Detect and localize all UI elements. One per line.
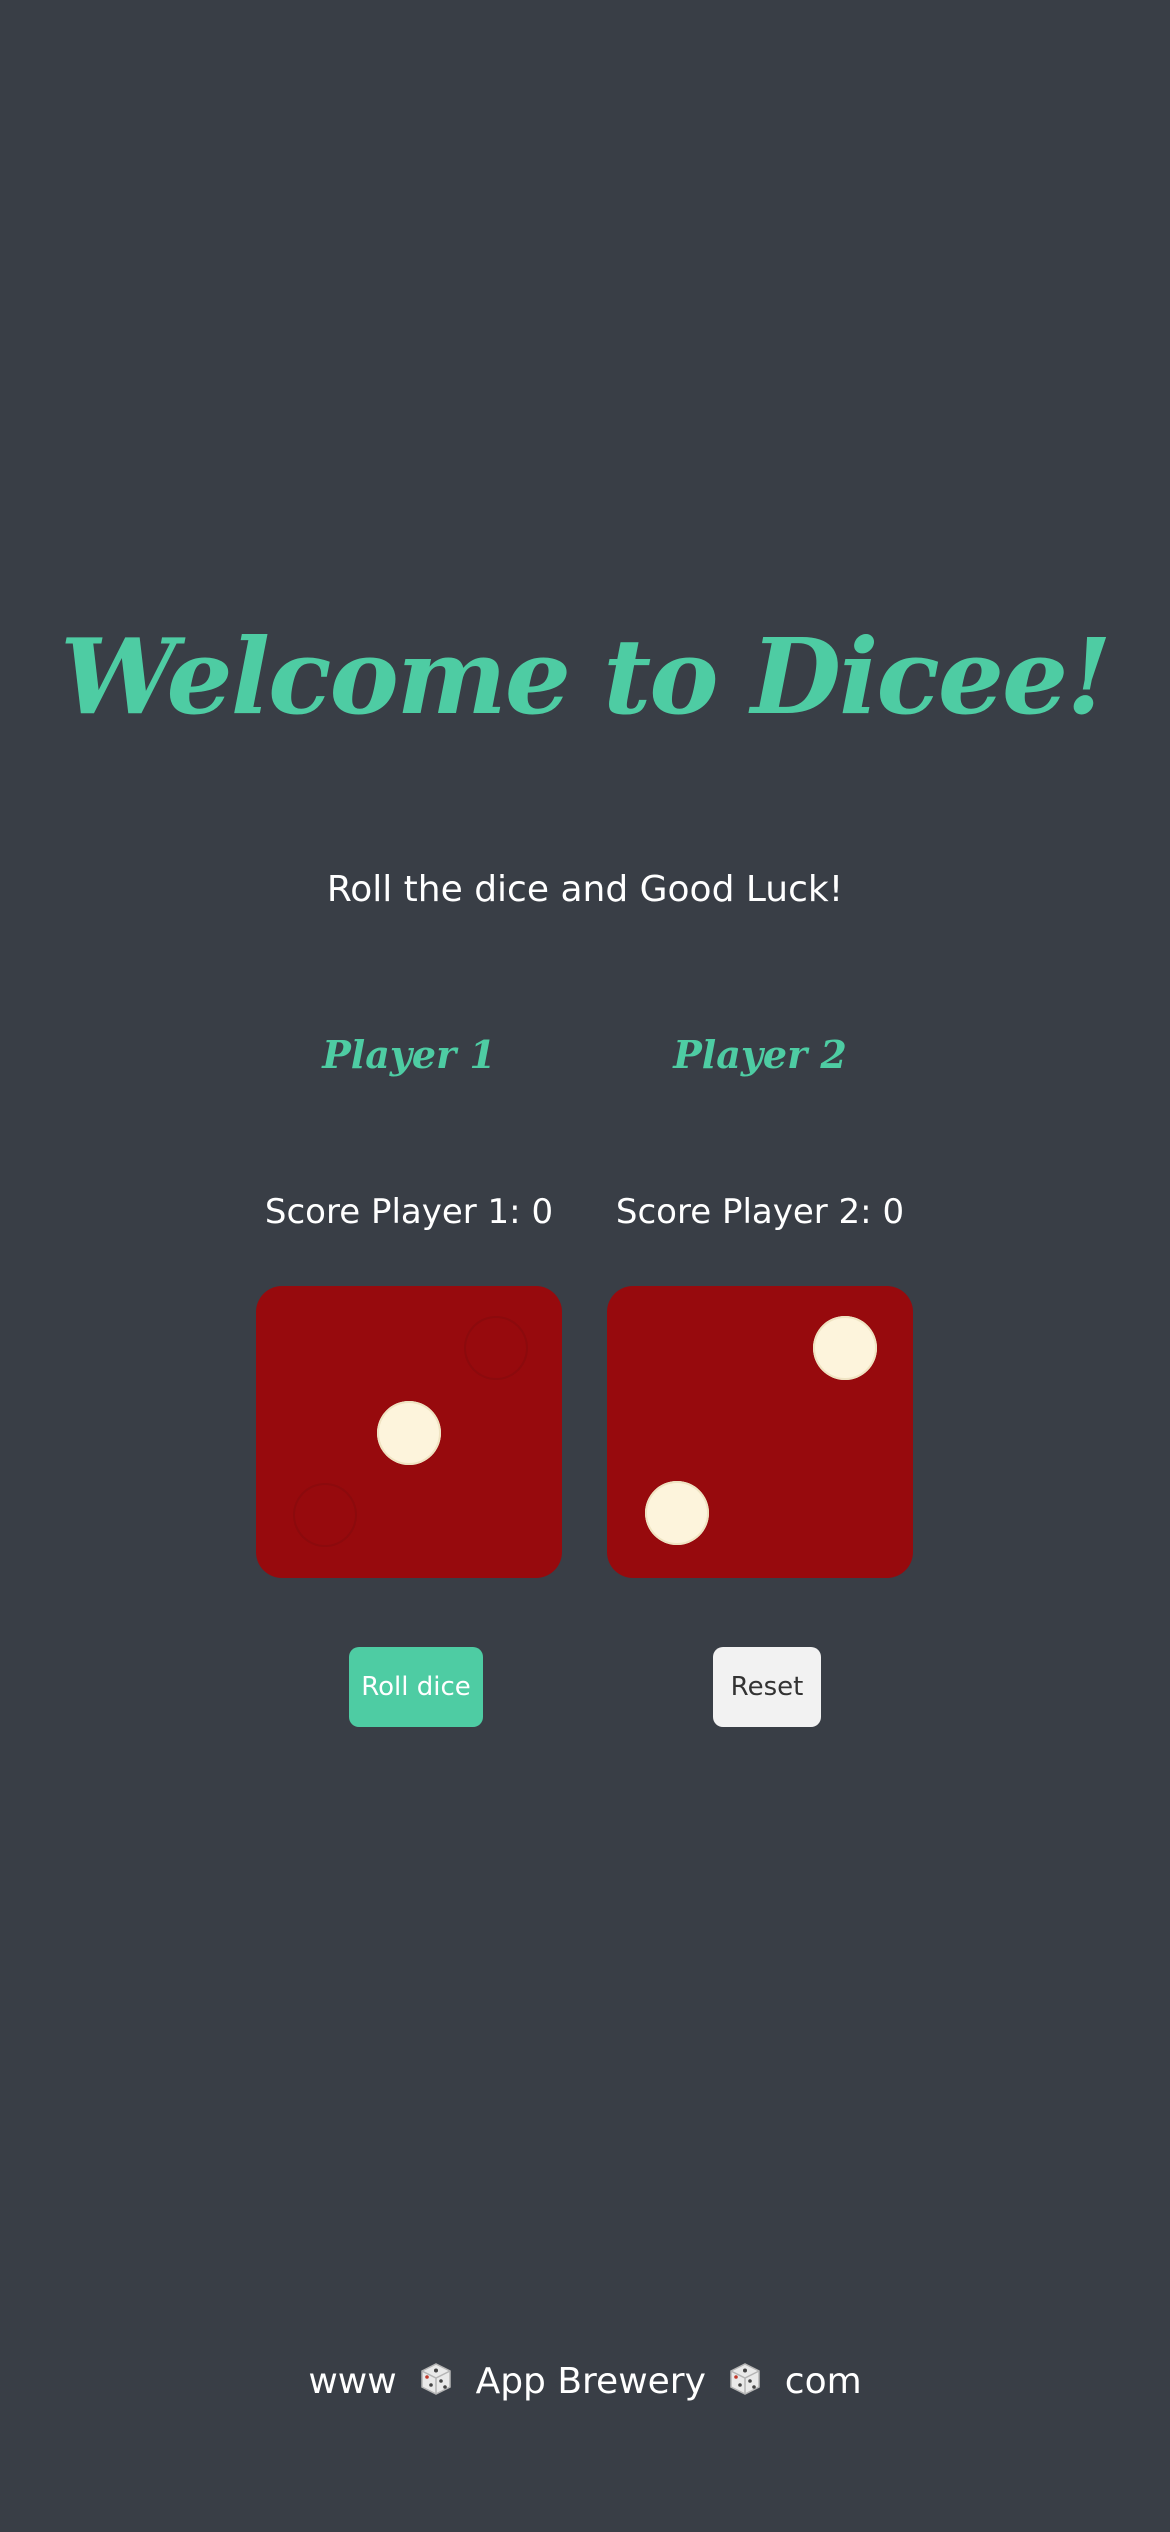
reset-button[interactable]: Reset [713,1647,821,1727]
page-subtitle: Roll the dice and Good Luck! [326,869,844,910]
player-2-name: Player 2 [673,1032,847,1077]
player-2-die [607,1286,913,1578]
dice-icon [725,2358,765,2398]
die-pip [377,1401,441,1465]
footer-suffix: com [784,2361,862,2402]
player-1-die [256,1286,562,1578]
footer-middle: App Brewery [475,2361,706,2402]
die-pip-faded [464,1316,528,1380]
player-2-score: Score Player 2: 0 [615,1192,905,1232]
die-pip-faded [293,1483,357,1547]
die-pip [813,1316,877,1380]
player-1-name: Player 1 [322,1032,496,1077]
roll-dice-button[interactable]: Roll dice [349,1647,483,1727]
page-title: Welcome to Dicee! [60,615,1112,738]
footer: www App Brewery com [0,2352,1170,2412]
die-pip [645,1481,709,1545]
player-1-score: Score Player 1: 0 [264,1192,554,1232]
dice-icon [416,2358,456,2398]
footer-prefix: www [308,2361,397,2402]
